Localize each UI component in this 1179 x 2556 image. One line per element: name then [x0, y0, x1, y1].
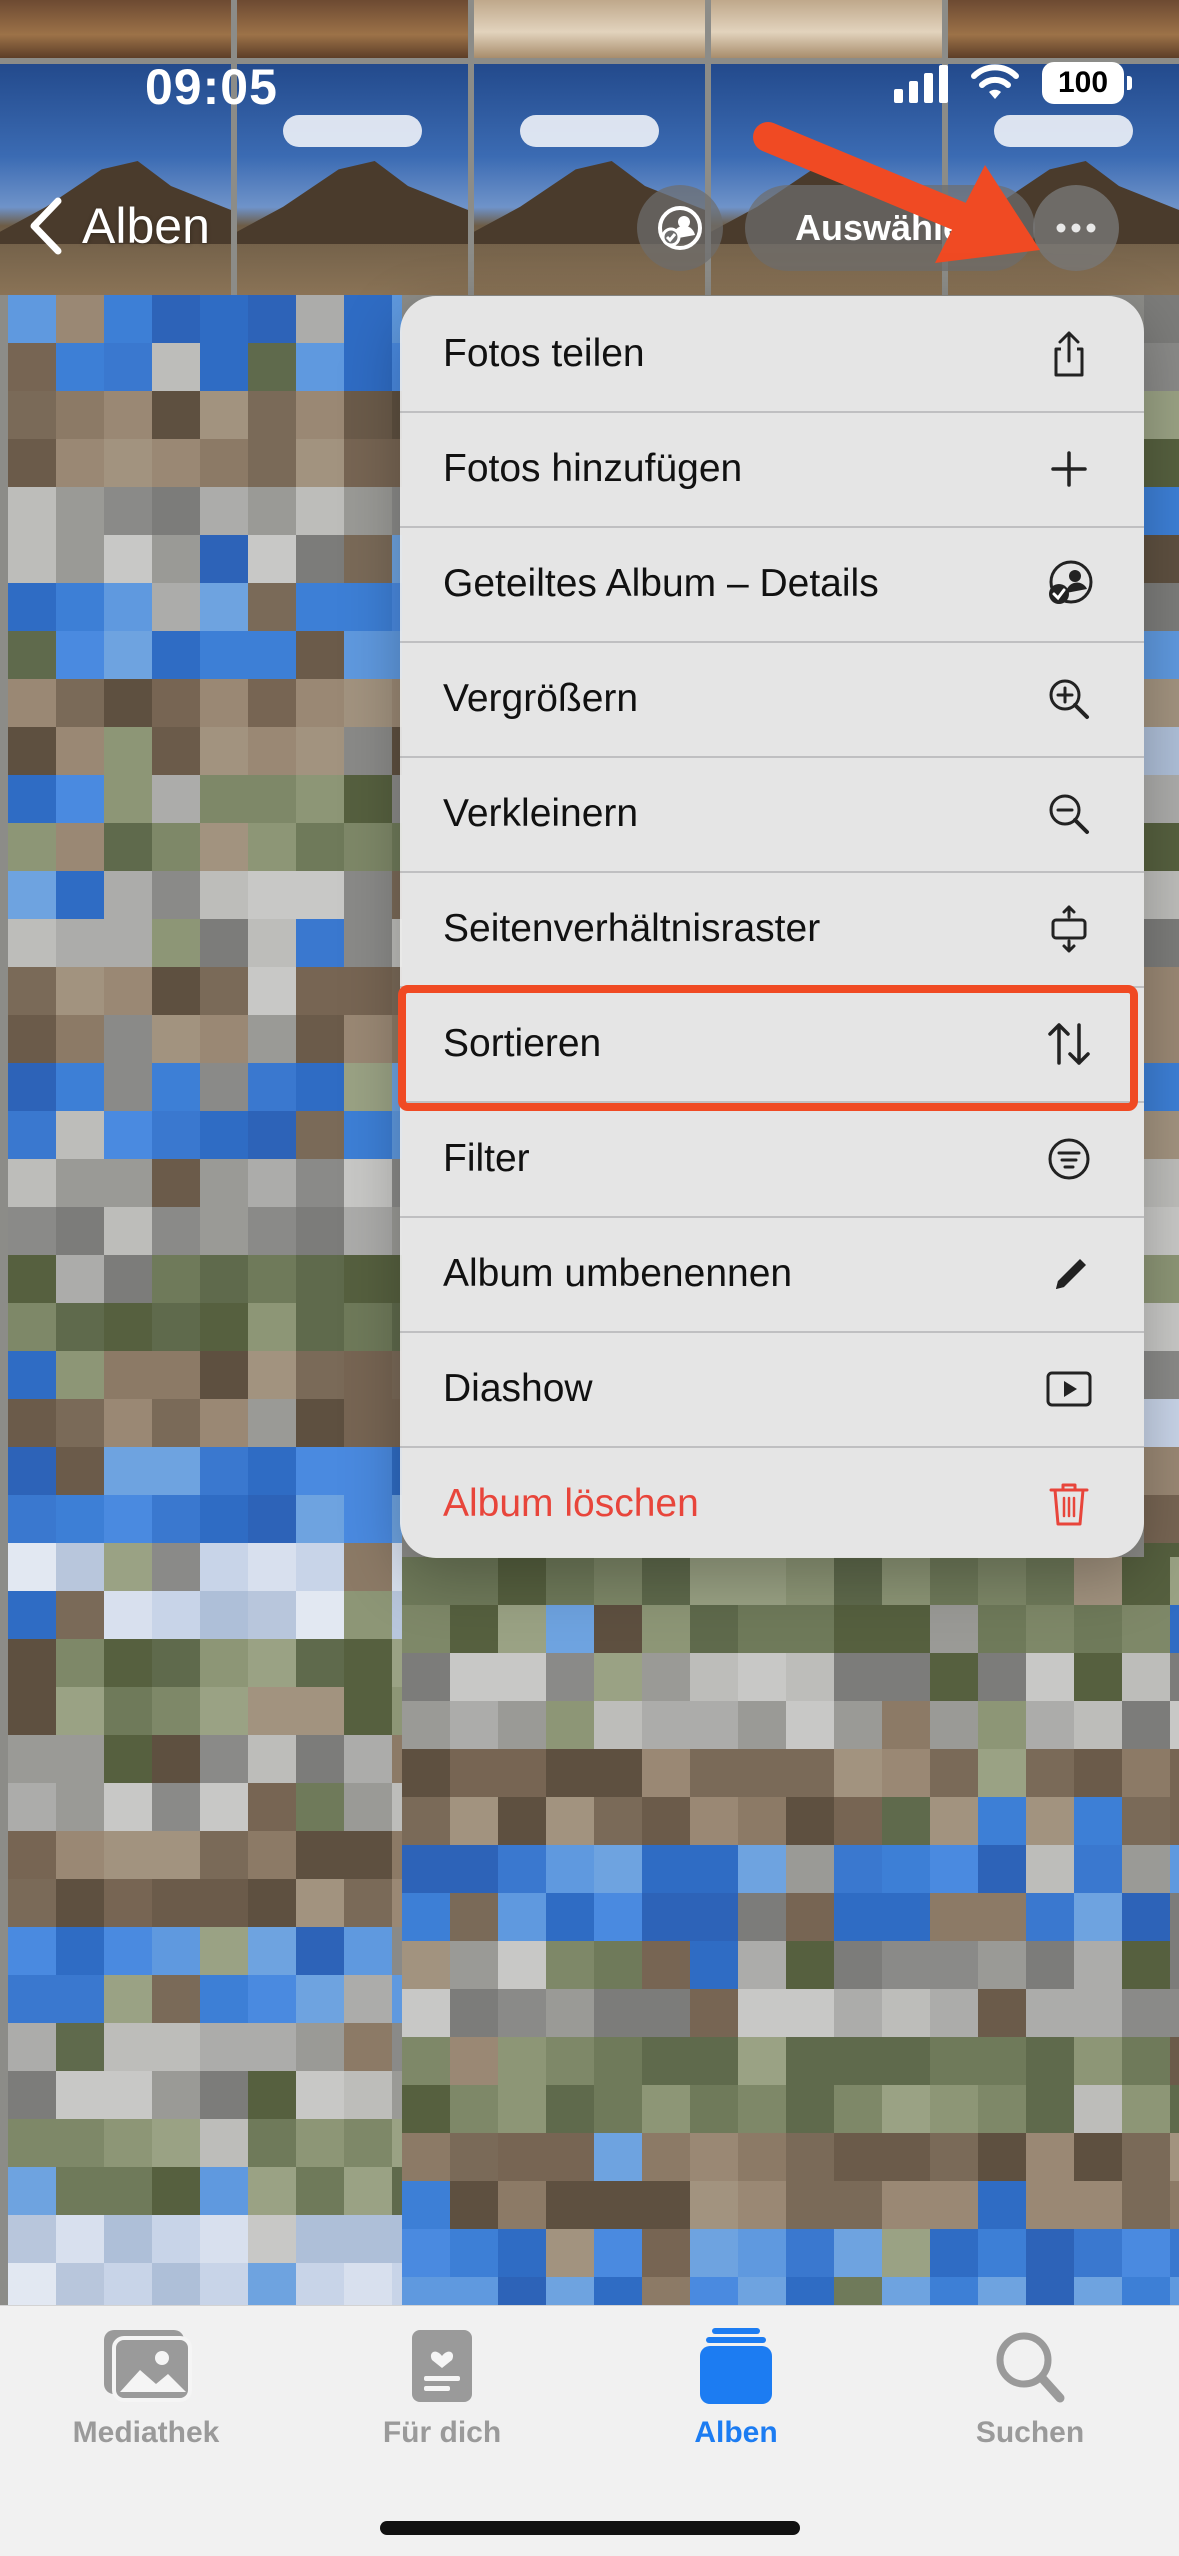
- context-menu: Fotos teilen Fotos hinzufügen Geteiltes …: [400, 296, 1144, 1558]
- sort-icon: [1048, 1022, 1090, 1065]
- tab-label: Alben: [694, 2416, 778, 2449]
- pencil-icon: [1056, 1258, 1086, 1289]
- menu-item-rename-album[interactable]: Album umbenennen: [400, 1216, 1144, 1331]
- shared-album-icon: [1049, 560, 1093, 604]
- wifi-icon: [971, 64, 1019, 99]
- tab-albums[interactable]: Alben: [626, 2326, 846, 2450]
- select-button[interactable]: Auswählen: [745, 185, 1035, 271]
- signal-icon: [894, 63, 948, 103]
- play-icon: [1046, 1371, 1092, 1406]
- search-icon: [996, 2332, 1065, 2403]
- photo-thumbnail[interactable]: [1144, 295, 1179, 1557]
- menu-item-label: Seitenverhältnisraster: [443, 906, 821, 950]
- trash-icon: [1049, 1483, 1089, 1525]
- filter-icon: [1048, 1138, 1090, 1179]
- tab-library[interactable]: Mediathek: [36, 2326, 256, 2450]
- zoom-in-icon: [1049, 679, 1089, 719]
- menu-item-label: Fotos teilen: [443, 331, 645, 375]
- aspect-ratio-icon: [1051, 905, 1087, 952]
- status-bar: 09:05 100: [0, 0, 1179, 175]
- for-you-icon: [412, 2330, 472, 2402]
- home-indicator: [380, 2521, 800, 2535]
- zoom-out-icon: [1049, 794, 1089, 834]
- tab-search[interactable]: Suchen: [920, 2326, 1140, 2450]
- tab-label: Für dich: [382, 2416, 502, 2449]
- back-label: Alben: [82, 198, 210, 254]
- battery-icon: 100: [1042, 62, 1132, 104]
- tab-bar: Mediathek Für dich Alben Suchen: [0, 2305, 1179, 2556]
- more-button[interactable]: [1033, 185, 1119, 271]
- ellipsis-icon: [1056, 223, 1096, 233]
- menu-item-label: Album umbenennen: [443, 1251, 793, 1295]
- status-time: 09:05: [145, 59, 278, 115]
- shared-album-icon: [658, 206, 702, 250]
- photo-library-icon: [104, 2330, 192, 2402]
- photo-thumbnail[interactable]: [8, 295, 402, 2305]
- menu-item-shared-album-details[interactable]: Geteiltes Album – Details: [400, 526, 1144, 641]
- back-button[interactable]: Alben: [22, 190, 210, 262]
- albums-icon: [700, 2328, 772, 2404]
- menu-item-zoom-in[interactable]: Vergrößern: [400, 641, 1144, 756]
- menu-item-label: Diashow: [443, 1366, 593, 1410]
- menu-item-filter[interactable]: Filter: [400, 1101, 1144, 1216]
- share-icon: [1054, 331, 1084, 376]
- menu-item-label: Filter: [443, 1136, 530, 1180]
- menu-item-aspect-ratio-grid[interactable]: Seitenverhältnisraster: [400, 871, 1144, 986]
- battery-level: 100: [1057, 66, 1109, 99]
- menu-item-label: Sortieren: [443, 1021, 602, 1065]
- tab-for-you[interactable]: Für dich: [332, 2326, 552, 2450]
- menu-item-label: Fotos hinzufügen: [443, 446, 743, 490]
- tab-label: Suchen: [975, 2416, 1085, 2449]
- tab-label: Mediathek: [72, 2416, 220, 2449]
- menu-item-sort[interactable]: Sortieren: [400, 986, 1144, 1101]
- menu-item-zoom-out[interactable]: Verkleinern: [400, 756, 1144, 871]
- plus-icon: [1051, 450, 1087, 487]
- menu-item-label: Album löschen: [443, 1481, 699, 1525]
- menu-item-add-photos[interactable]: Fotos hinzufügen: [400, 411, 1144, 526]
- photo-thumbnail[interactable]: [402, 1557, 1179, 2305]
- menu-item-slideshow[interactable]: Diashow: [400, 1331, 1144, 1446]
- menu-item-label: Geteiltes Album – Details: [443, 561, 879, 605]
- menu-item-share-photos[interactable]: Fotos teilen: [400, 296, 1144, 411]
- chevron-left-icon: [30, 197, 62, 255]
- menu-item-label: Verkleinern: [443, 791, 639, 835]
- shared-album-button[interactable]: [637, 185, 723, 271]
- menu-item-label: Vergrößern: [443, 676, 639, 720]
- menu-item-delete-album[interactable]: Album löschen: [400, 1446, 1144, 1558]
